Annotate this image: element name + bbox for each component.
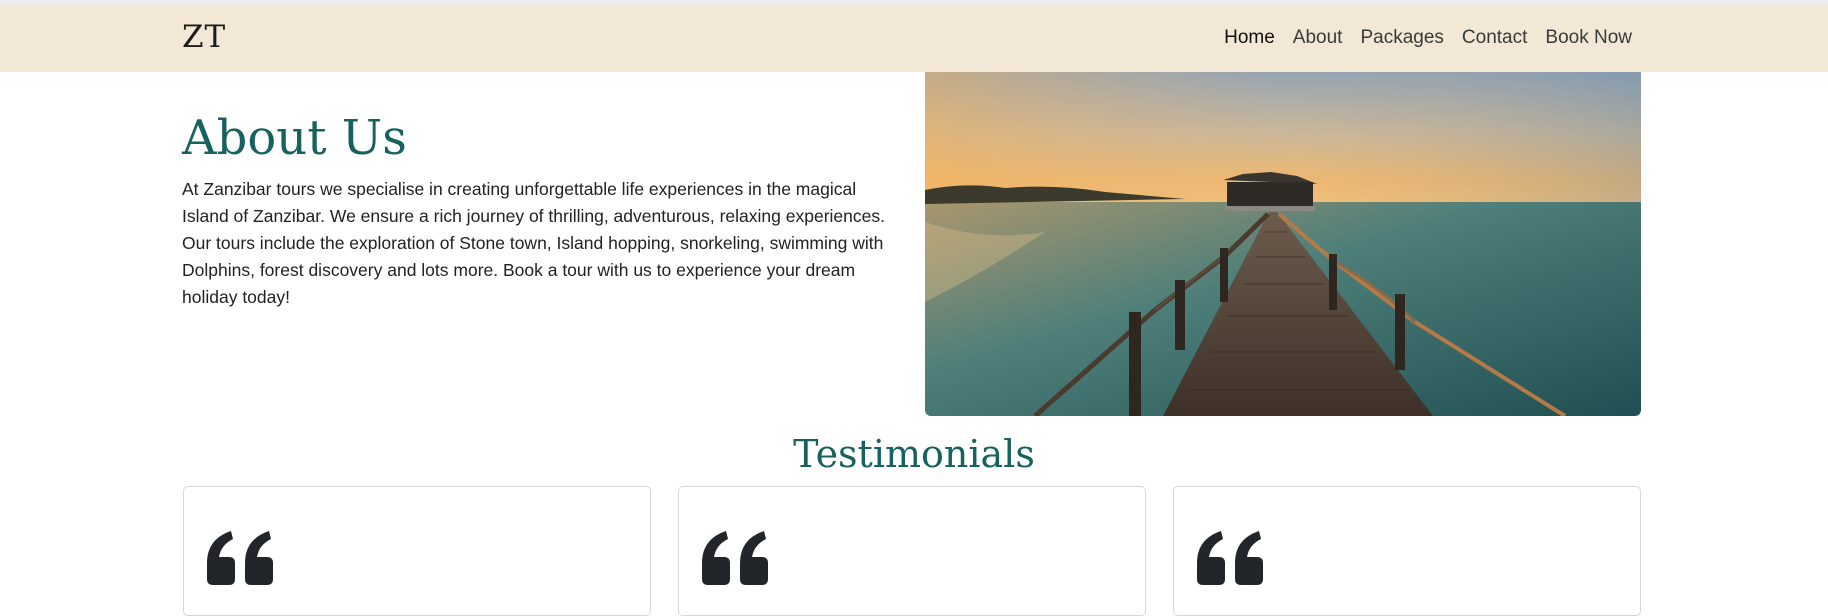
pier-sunset-photo [925,72,1641,416]
quote-icon [207,531,273,585]
nav-link-packages[interactable]: Packages [1360,27,1443,49]
testimonials-title: Testimonials [793,432,1035,476]
navbar: ZT Home About Packages Contact Book Now [0,5,1828,72]
nav-link-home[interactable]: Home [1224,27,1275,49]
about-title: About Us [182,110,407,166]
quote-icon [1197,531,1263,585]
nav-link-contact[interactable]: Contact [1462,27,1527,49]
about-text: At Zanzibar tours we specialise in creat… [182,179,885,307]
nav-link-about[interactable]: About [1293,27,1343,49]
nav-link-book-now[interactable]: Book Now [1545,27,1632,49]
nav-links: Home About Packages Contact Book Now [1224,27,1632,49]
quote-icon [702,531,768,585]
testimonial-card [183,486,651,616]
testimonial-card [678,486,1146,616]
pier-sunset-illustration [925,72,1641,416]
brand-logo[interactable]: ZT [182,19,226,55]
testimonial-card [1173,486,1641,616]
